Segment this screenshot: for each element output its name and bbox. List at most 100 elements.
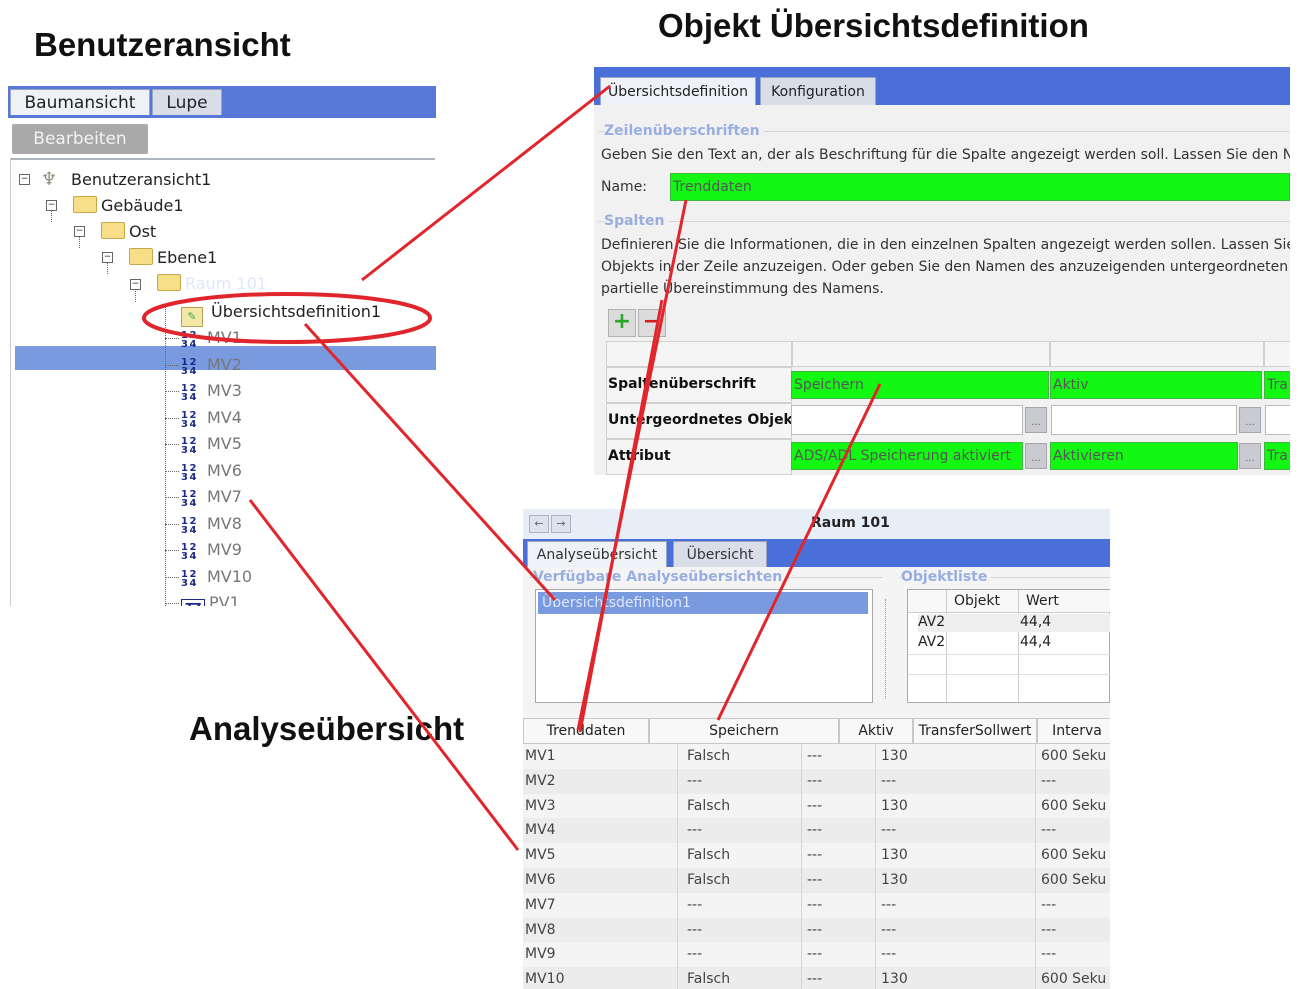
list-item-selected[interactable]: Übersichtsdefinition1 <box>538 592 868 614</box>
column-separator <box>677 744 678 989</box>
collapse-toggle[interactable]: − <box>19 174 30 185</box>
table-cell: --- <box>807 946 823 963</box>
grid-column-header <box>1264 341 1290 367</box>
tree-node-item[interactable]: 1 23 4 MV7 <box>181 485 242 509</box>
col1-attribute-browse-button[interactable]: ... <box>1025 443 1047 469</box>
column-header-interval[interactable]: Interva <box>1037 718 1110 744</box>
collapse-toggle[interactable]: − <box>74 226 85 237</box>
table-cell: 600 Seku <box>1041 971 1107 988</box>
multistate-value-icon: 1 23 4 <box>181 356 196 377</box>
analysis-panel: ← → Raum 101 Analyseübersicht Übersicht … <box>523 509 1110 989</box>
tree-node-item[interactable]: 1 23 4 MV1 <box>181 326 242 350</box>
col1-subobject-browse-button[interactable]: ... <box>1025 407 1047 433</box>
col3-attribute-field[interactable]: Tra <box>1264 442 1290 470</box>
col2-heading-field[interactable]: Aktiv <box>1050 371 1262 399</box>
collapse-toggle[interactable]: − <box>46 200 57 211</box>
table-row[interactable]: MV2 --- --- --- --- <box>523 768 1110 794</box>
table-cell: Falsch <box>687 971 731 988</box>
col2-attribute-field[interactable]: Aktivieren <box>1050 442 1238 470</box>
tab-overview[interactable]: Übersicht <box>673 541 767 567</box>
remove-column-button[interactable]: − <box>638 309 666 337</box>
table-cell: --- <box>807 971 823 988</box>
table-row[interactable]: MV10 Falsch --- 130 600 Seku <box>523 967 1110 989</box>
table-cell: 600 Seku <box>1041 748 1107 764</box>
col1-attribute-field[interactable]: ADS/ADL Speicherung aktiviert <box>791 442 1023 470</box>
multistate-value-icon: 1 23 4 <box>181 515 196 536</box>
col2-subobject-field[interactable] <box>1051 405 1237 435</box>
tab-analysis-overview[interactable]: Analyseübersicht <box>527 541 667 567</box>
column-separator <box>946 590 947 704</box>
column-header-save[interactable]: Speichern <box>649 718 839 744</box>
tree-node-item[interactable]: 1 23 4 MV10 <box>181 565 252 589</box>
table-row[interactable]: MV8 --- --- --- --- <box>523 917 1110 943</box>
splitter-handle[interactable] <box>885 599 892 699</box>
table-cell: 130 <box>881 971 908 988</box>
table-cell: 600 Seku <box>1041 797 1107 814</box>
tree-node-item[interactable]: 1 23 4 MV4 <box>181 406 242 430</box>
table-row[interactable]: MV6 Falsch --- 130 600 Seku <box>523 868 1110 893</box>
tree-node-label: MV2 <box>207 354 242 374</box>
tab-overview-definition[interactable]: Übersichtsdefinition <box>600 77 756 105</box>
table-row[interactable]: MV7 --- --- --- --- <box>523 893 1110 918</box>
table-cell: Falsch <box>687 797 731 814</box>
tree-node-item[interactable]: 1 23 4 MV2 <box>181 353 242 377</box>
table-cell: --- <box>807 822 823 839</box>
forward-button[interactable]: → <box>551 515 571 533</box>
table-row[interactable]: MV5 Falsch --- 130 600 Seku <box>523 843 1110 868</box>
heading-analysis: Analyseübersicht <box>189 710 465 747</box>
folder-icon <box>73 196 97 213</box>
collapse-toggle[interactable]: − <box>130 279 141 290</box>
heading-object-definition: Objekt Übersichtsdefinition <box>658 7 1089 44</box>
col3-heading-field[interactable]: Tra <box>1264 371 1290 399</box>
tree-node-item[interactable]: 1 23 4 MV5 <box>181 432 242 456</box>
tree-view: − ♆ Benutzeransicht1 − Gebäude1 − Ost − E… <box>10 158 436 606</box>
back-button[interactable]: ← <box>529 515 549 533</box>
table-cell: --- <box>1041 896 1057 913</box>
col1-subobject-field[interactable] <box>791 405 1023 435</box>
table-row[interactable]: MV1 Falsch --- 130 600 Seku <box>523 744 1110 769</box>
name-field[interactable]: Trenddaten <box>670 173 1290 201</box>
tab-tree-view[interactable]: Baumansicht <box>10 89 150 115</box>
edit-button[interactable]: Bearbeiten <box>12 124 148 154</box>
col1-heading-field[interactable]: Speichern <box>791 371 1049 399</box>
collapse-toggle[interactable]: − <box>102 252 113 263</box>
tree-node-item[interactable]: 1 23 4 MV6 <box>181 459 242 483</box>
table-cell: MV5 <box>525 847 556 864</box>
tree-node-room[interactable]: Raum 101 <box>157 272 267 296</box>
column-header-trend[interactable]: Trenddaten <box>523 718 649 744</box>
tree-connector <box>165 364 179 366</box>
table-cell: 130 <box>881 797 908 814</box>
object-row[interactable] <box>918 614 1110 632</box>
columns-description-line2: Objekts in der Zeile anzuzeigen. Oder ge… <box>601 259 1290 275</box>
tree-node-item[interactable]: 1 23 4 MV8 <box>181 512 242 536</box>
tree-node-item[interactable]: 1 23 4 MV9 <box>181 538 242 562</box>
column-header-transfer[interactable]: TransferSollwert <box>913 718 1037 744</box>
add-column-button[interactable]: + <box>608 309 636 337</box>
tree-node-item[interactable]: TZ PV1 <box>181 591 240 606</box>
col3-subobject-field[interactable] <box>1265 405 1290 435</box>
table-row[interactable]: MV4 --- --- --- --- <box>523 818 1110 844</box>
tree-node-building[interactable]: Gebäude1 <box>73 194 184 218</box>
tree-node-wing[interactable]: Ost <box>101 220 156 244</box>
value-column-header[interactable]: Wert <box>1026 593 1059 609</box>
table-row[interactable]: MV9 --- --- --- --- <box>523 942 1110 967</box>
tree-node-label: MV1 <box>207 328 242 347</box>
tree-node-label: MV7 <box>207 487 242 506</box>
column-header-active[interactable]: Aktiv <box>839 718 913 744</box>
name-label: Name: <box>601 179 648 195</box>
tree-node-definition[interactable]: ✎ Übersichtsdefinition1 <box>181 300 381 327</box>
tab-configuration[interactable]: Konfiguration <box>760 77 876 105</box>
tree-connector <box>165 391 179 392</box>
tree-node-label: MV9 <box>207 540 242 559</box>
grid-column-header <box>792 341 1050 367</box>
tree-node-root[interactable]: ♆ Benutzeransicht1 <box>41 168 211 192</box>
col2-subobject-browse-button[interactable]: ... <box>1239 407 1261 433</box>
definition-panel: Übersichtsdefinition Konfiguration Zeile… <box>594 67 1290 475</box>
tree-node-item[interactable]: 1 23 4 MV3 <box>181 379 242 403</box>
object-column-header[interactable]: Objekt <box>954 593 1000 609</box>
available-list[interactable]: Übersichtsdefinition1 <box>535 589 873 703</box>
table-row[interactable]: MV3 Falsch --- 130 600 Seku <box>523 794 1110 819</box>
tree-node-level[interactable]: Ebene1 <box>129 246 217 270</box>
col2-attribute-browse-button[interactable]: ... <box>1239 443 1261 469</box>
tab-magnifier[interactable]: Lupe <box>152 89 222 115</box>
